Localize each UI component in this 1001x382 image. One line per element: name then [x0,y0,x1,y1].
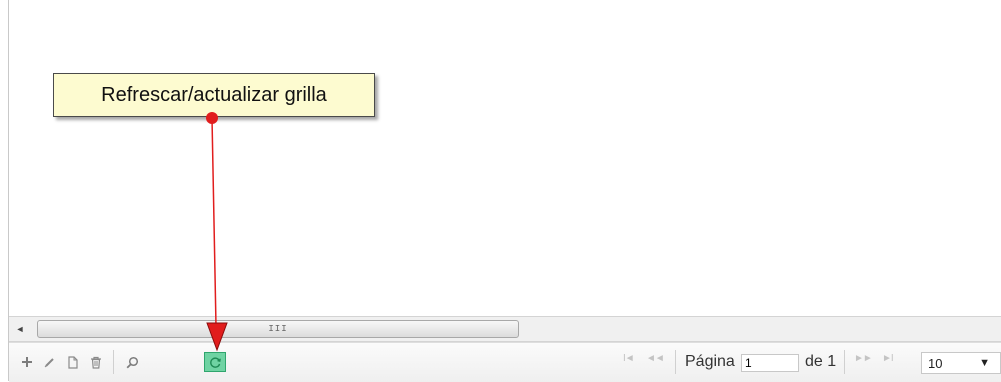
pencil-icon [44,356,56,368]
refresh-icon [209,356,222,369]
scroll-left-arrow[interactable]: ◄ [9,317,31,341]
document-icon [67,355,79,369]
grid-body [9,0,1001,316]
plus-icon [21,356,33,368]
rows-per-page-value: 10 [928,356,943,371]
pager-separator [844,350,845,374]
scroll-thumb[interactable]: III [37,320,519,338]
pager-separator [675,350,676,374]
toolbar-separator [113,350,114,374]
search-icon [126,356,139,369]
horizontal-scrollbar[interactable]: ◄ III [9,316,1001,342]
scroll-grip: III [268,324,288,334]
view-button[interactable] [62,351,84,373]
chevron-down-icon: ▼ [979,357,990,369]
page-number-input[interactable] [741,354,799,372]
search-button[interactable] [121,351,143,373]
edit-button[interactable] [39,351,61,373]
annotation-tooltip: Refrescar/actualizar grilla [53,73,375,117]
page-total-label: de 1 [805,353,837,370]
prev-page-button[interactable]: ◄◄ [646,353,665,364]
last-page-button[interactable]: ►I [882,353,894,364]
trash-icon [90,356,102,369]
next-page-button[interactable]: ►► [854,353,873,364]
delete-button[interactable] [85,351,107,373]
refresh-button[interactable] [204,352,226,372]
page-label: Página [685,353,735,370]
first-page-button[interactable]: I◄ [623,353,635,364]
rows-per-page-select[interactable]: 10 ▼ [921,352,1001,374]
grid-pager: I◄ ◄◄ Página de 1 ►► ►I 10 ▼ [9,342,1001,382]
add-button[interactable] [16,351,38,373]
